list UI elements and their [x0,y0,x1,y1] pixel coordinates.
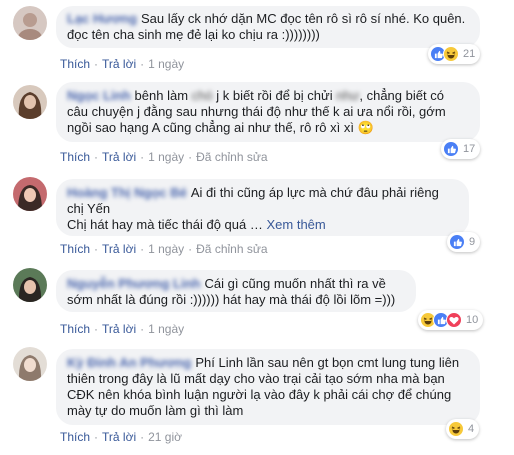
reaction-count: 9 [469,236,476,248]
comment-author[interactable]: Ngọc Linh [67,88,131,104]
emoji: 🙄 [357,120,374,135]
separator: · [94,57,99,71]
like-link[interactable]: Thích [60,57,90,71]
censored-word: như [336,88,360,103]
comment-bubble: Kỳ Đinh An Phương Phí Linh lần sau nên gt… [56,349,480,425]
love-icon [446,312,462,328]
reply-link[interactable]: Trả lời [102,430,136,444]
comment-time[interactable]: 1 ngày [148,57,184,71]
comment-bubble: Ngọc Linh bênh làm chó j k biết rồi để bị… [56,82,480,142]
see-more-link[interactable]: Xem thêm [266,217,325,232]
comment-author[interactable]: Kỳ Đinh An Phương [67,355,191,371]
comment-bubble: Hoàng Thị Ngọc Bé Ai đi thi cũng áp lực m… [56,179,469,236]
reply-link[interactable]: Trả lời [102,242,136,256]
comment-time[interactable]: 1 ngày [148,150,184,164]
separator: · [140,57,145,71]
comment-time[interactable]: 21 giờ [148,430,182,444]
reaction-count: 21 [463,48,476,60]
avatar-image [13,268,47,302]
separator: · [140,322,145,336]
avatar[interactable] [13,177,47,211]
comment-actions: Thích · Trả lời · 1 ngày [60,57,184,71]
reaction-summary[interactable]: 4 [446,419,480,439]
avatar[interactable] [13,347,47,381]
haha-icon [448,421,464,437]
reply-link[interactable]: Trả lời [102,322,136,336]
comment-actions: Thích · Trả lời · 1 ngày · Đã chỉnh sửa [60,242,268,256]
text-segment: j k biết rồi để bị chửi [212,88,337,103]
separator: · [94,322,99,336]
reaction-count: 10 [466,314,479,326]
censored-word: chó [191,88,213,103]
avatar[interactable] [13,85,47,119]
comment-bubble: Lạc Hương Sau lấy ck nhớ dặn MC đọc tên r… [56,6,480,48]
reaction-summary[interactable]: 10 [418,310,484,330]
avatar-image [13,6,47,40]
comment-author[interactable]: Lạc Hương [67,11,137,27]
reaction-summary[interactable]: 17 [441,139,481,159]
separator: · [140,242,145,256]
avatar[interactable] [13,268,47,302]
comment-author[interactable]: Hoàng Thị Ngọc Bé [67,185,187,201]
separator: · [94,430,99,444]
reply-link[interactable]: Trả lời [102,150,136,164]
reaction-summary[interactable]: 9 [447,232,481,252]
avatar-image [13,177,47,211]
separator: · [140,430,145,444]
separator: · [140,150,145,164]
comment-bubble: Nguyễn Phương Linh Cái gì cũng muốn nhất … [56,270,416,312]
like-icon [449,234,465,250]
reaction-count: 4 [468,423,475,435]
ellipsis: … [249,217,263,232]
comment-actions: Thích · Trả lời · 21 giờ [60,430,182,444]
reaction-summary[interactable]: 21 [428,44,481,64]
comment-time[interactable]: 1 ngày [148,242,184,256]
separator: · [188,150,193,164]
avatar-image [13,347,47,381]
comment-actions: Thích · Trả lời · 1 ngày · Đã chỉnh sửa [60,150,268,164]
edited-label[interactable]: Đã chỉnh sửa [196,150,267,164]
text-segment: bênh làm [134,88,192,103]
like-link[interactable]: Thích [60,322,90,336]
haha-icon [443,46,459,62]
avatar[interactable] [13,6,47,40]
avatar-image [13,85,47,119]
separator: · [94,242,99,256]
comment-actions: Thích · Trả lời · 1 ngày [60,322,184,336]
separator: · [188,242,193,256]
like-link[interactable]: Thích [60,430,90,444]
comment-author[interactable]: Nguyễn Phương Linh [67,276,200,292]
like-link[interactable]: Thích [60,242,90,256]
comment-time[interactable]: 1 ngày [148,322,184,336]
like-icon [443,141,459,157]
reaction-count: 17 [463,143,476,155]
like-link[interactable]: Thích [60,150,90,164]
reply-link[interactable]: Trả lời [102,57,136,71]
separator: · [94,150,99,164]
edited-label[interactable]: Đã chỉnh sửa [196,242,267,256]
